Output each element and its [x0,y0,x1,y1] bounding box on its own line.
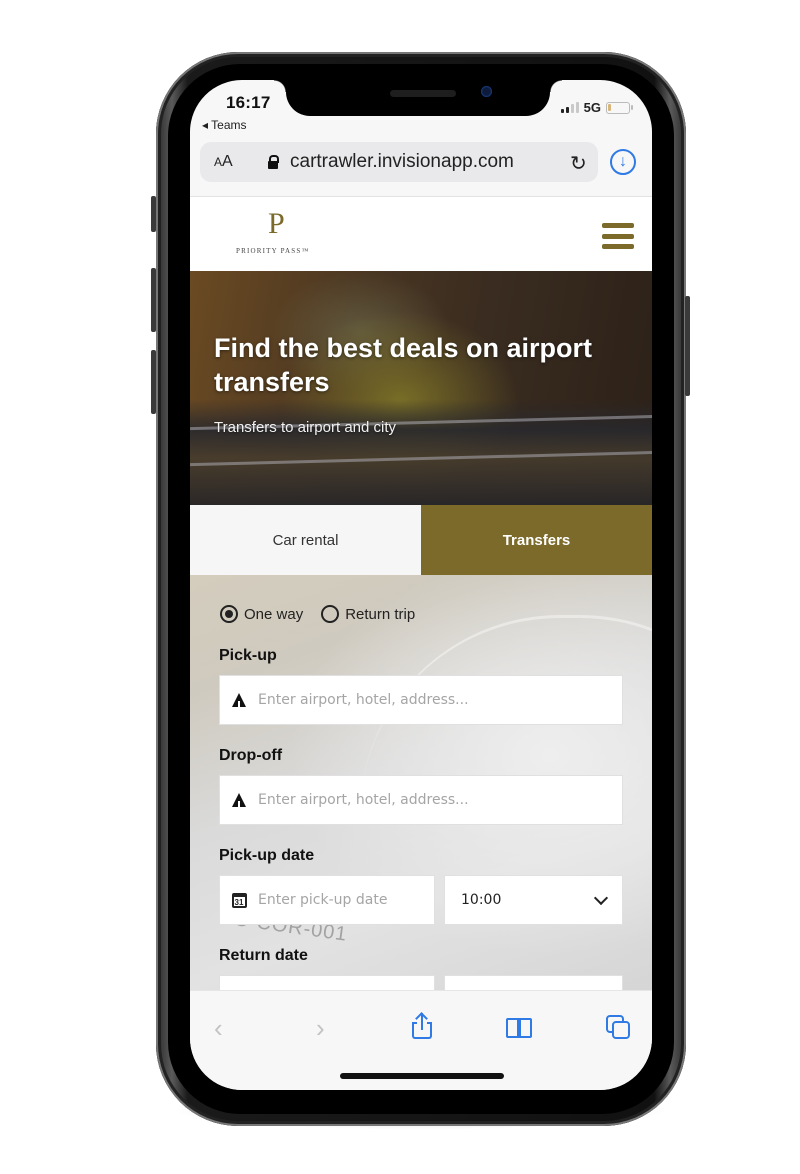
dropoff-label: Drop-off [219,747,283,764]
pickup-date-label: Pick-up date [219,847,315,864]
bookmarks-icon[interactable] [506,1018,536,1040]
navigation-arrow-icon [230,693,248,707]
volume-up-button [151,268,156,332]
back-icon[interactable]: ‹ [214,1013,223,1044]
status-indicators: 5G [560,100,633,115]
forward-icon[interactable]: › [316,1013,325,1044]
radio-label: Return trip [345,605,416,623]
mute-switch [151,196,156,232]
dropoff-field[interactable] [219,775,623,825]
speaker [390,90,456,97]
hero-title: Find the best deals on airport transfers [214,333,593,397]
navigation-arrow-icon [230,793,248,807]
battery-icon [606,101,633,114]
logo-mark[interactable]: P [268,207,285,241]
pickup-input[interactable] [258,692,598,708]
tab-transfers[interactable]: Transfers [421,505,652,575]
logo-text[interactable]: PRIORITY PASS™ [236,247,310,255]
browser-toolbar: ‹ › [190,990,652,1090]
download-icon[interactable]: ↓ [610,149,636,175]
home-indicator[interactable] [340,1073,504,1079]
radio-one-way[interactable]: One way [220,605,303,623]
radio-label: One way [244,605,304,623]
pickup-label: Pick-up [219,647,277,664]
radio-unchecked-icon[interactable] [321,605,340,623]
hero-subtitle: Transfers to airport and city [214,419,397,436]
radio-checked-icon[interactable] [220,605,238,623]
url-text[interactable]: cartrawler.invisionapp.com [290,151,514,173]
radio-return-trip[interactable]: Return trip [321,605,415,623]
share-icon[interactable] [412,1012,432,1041]
dropoff-input[interactable] [258,792,598,808]
return-date-label: Return date [219,947,308,964]
back-to-app-link[interactable]: ◂ Teams [202,118,246,132]
tab-car-rental[interactable]: Car rental [190,505,421,575]
pickup-date-field[interactable]: 31 [219,875,435,925]
menu-icon[interactable] [602,223,634,249]
network-type: 5G [583,100,601,115]
address-bar[interactable]: AA cartrawler.invisionapp.com ↻ [200,142,598,182]
tabs-icon[interactable] [606,1015,632,1041]
phone-screen: 16:17 ◂ Teams 5G AA cartrawler.invisiona… [190,80,652,1090]
hero-streak [190,450,652,467]
pickup-date-input[interactable] [258,892,418,908]
reload-icon[interactable]: ↻ [570,151,587,176]
front-camera [481,86,492,97]
chevron-down-icon [593,890,609,906]
volume-down-button [151,350,156,414]
signal-icon [560,102,579,113]
pickup-field[interactable] [219,675,623,725]
pickup-time-select[interactable]: 10:00 [444,875,623,925]
calendar-icon: 31 [230,892,248,908]
trip-type-radio-group: One way Return trip [220,605,415,623]
lock-icon [268,155,279,169]
product-tabs: Car rental Transfers [190,505,652,575]
pickup-time-value: 10:00 [461,892,502,908]
notch [274,80,562,116]
text-size-button[interactable]: AA [214,153,233,171]
search-form: VS-COR-001 One way Return trip Pick-up D… [190,575,652,995]
status-time: 16:17 [226,93,271,112]
hero-banner: Find the best deals on airport transfers… [190,271,652,505]
site-header: P PRIORITY PASS™ [190,197,652,271]
power-button [685,296,690,396]
